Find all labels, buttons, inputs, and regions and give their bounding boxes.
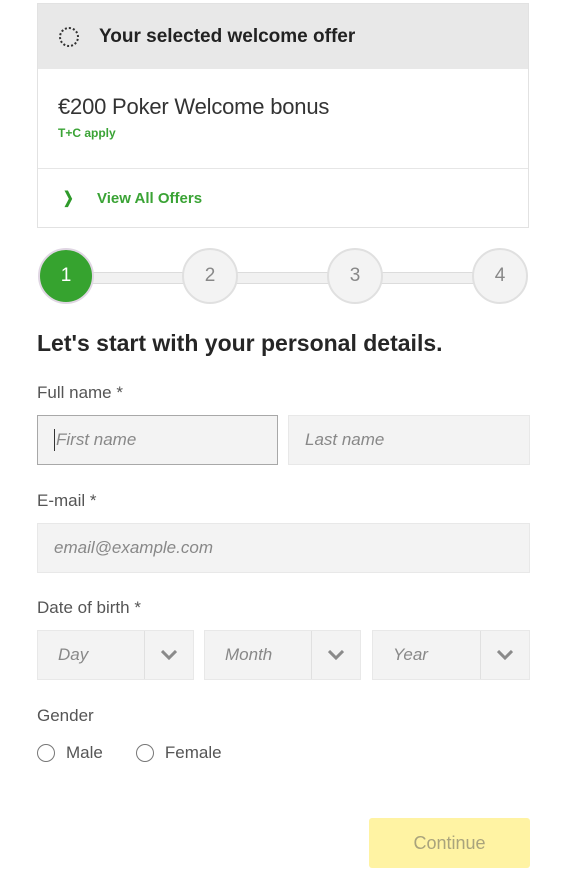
step-3: 3 <box>327 248 383 304</box>
terms-link[interactable]: T+C apply <box>58 126 528 140</box>
page-title: Let's start with your personal details. <box>37 330 443 356</box>
gender-female-radio[interactable] <box>135 744 154 762</box>
progress-stepper: 1 2 3 4 <box>37 248 530 308</box>
first-name-input[interactable]: First name <box>37 415 278 465</box>
dob-month-value: Month <box>205 631 312 679</box>
continue-button[interactable]: Continue <box>369 818 530 868</box>
chevron-down-icon <box>312 631 360 679</box>
chevron-down-icon <box>481 631 529 679</box>
chevron-right-icon: ❯ <box>63 190 74 207</box>
gender-radio-group: Male Female <box>37 743 255 763</box>
welcome-offer-card: Your selected welcome offer €200 Poker W… <box>37 3 529 228</box>
view-all-offers-label: View All Offers <box>97 189 203 207</box>
offer-name: €200 Poker Welcome bonus <box>58 94 330 119</box>
dob-label: Date of birth * <box>37 598 141 617</box>
step-4: 4 <box>472 248 528 304</box>
view-all-offers-link[interactable]: ❯ View All Offers <box>38 169 528 227</box>
full-name-label: Full name * <box>37 383 123 402</box>
gender-male-radio[interactable] <box>37 744 55 762</box>
gender-label: Gender <box>37 706 94 725</box>
offer-body: €200 Poker Welcome bonus T+C apply <box>38 69 528 169</box>
stepper-track <box>67 272 500 284</box>
loading-spinner-icon <box>59 26 79 47</box>
email-input[interactable]: email@example.com <box>37 523 530 573</box>
dob-year-value: Year <box>373 631 481 679</box>
offer-header: Your selected welcome offer <box>38 4 528 69</box>
dob-day-value: Day <box>38 631 145 679</box>
step-2: 2 <box>182 248 238 304</box>
dob-day-select[interactable]: Day <box>37 630 194 680</box>
email-label: E-mail * <box>37 491 97 510</box>
step-1: 1 <box>38 248 94 304</box>
dob-month-select[interactable]: Month <box>204 630 361 680</box>
first-name-placeholder: First name <box>56 430 137 449</box>
last-name-input[interactable]: Last name <box>288 415 530 465</box>
last-name-placeholder: Last name <box>305 430 385 449</box>
text-caret <box>54 429 55 451</box>
chevron-down-icon <box>145 631 193 679</box>
offer-header-title: Your selected welcome offer <box>99 25 356 47</box>
email-placeholder: email@example.com <box>54 538 213 557</box>
gender-male-label[interactable]: Male <box>66 743 103 763</box>
dob-year-select[interactable]: Year <box>372 630 530 680</box>
gender-female-label[interactable]: Female <box>165 743 222 763</box>
